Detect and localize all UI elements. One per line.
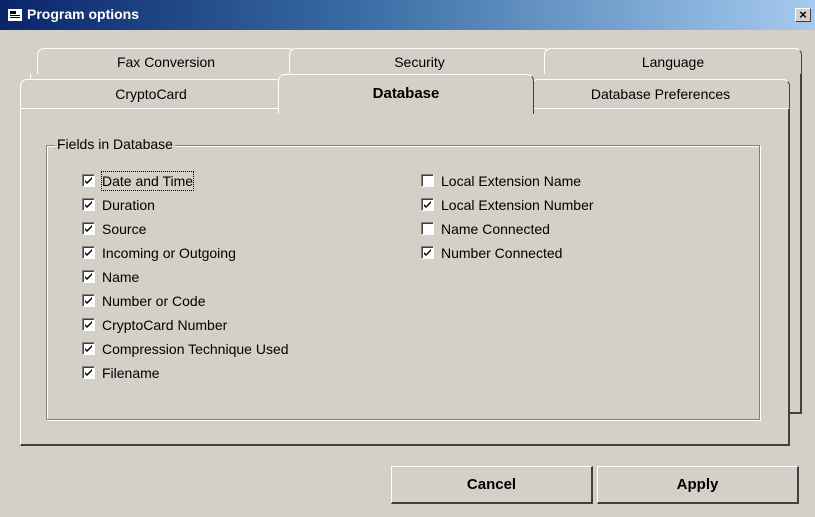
checkbox-label: Local Extension Name <box>441 173 582 189</box>
checkbox-label: Date and Time <box>100 171 195 191</box>
checkbox-label: Incoming or Outgoing <box>102 245 236 261</box>
apply-button[interactable]: Apply <box>597 466 799 504</box>
checkbox-checked[interactable] <box>82 174 95 187</box>
tab-security[interactable]: Security <box>289 48 550 76</box>
checkbox-label: Duration <box>102 197 155 213</box>
close-button[interactable]: × <box>795 8 811 22</box>
checkbox-checked[interactable] <box>421 198 434 211</box>
tab-label: Security <box>394 54 445 70</box>
tab-label: Fax Conversion <box>116 54 216 70</box>
checkbox-label: Filename <box>102 365 160 381</box>
checkmark-icon <box>85 249 92 256</box>
checkbox-unchecked[interactable] <box>421 222 434 235</box>
checkmark-icon <box>85 273 92 280</box>
checkbox-label: Source <box>102 221 147 237</box>
tab-fax-conversion[interactable]: Fax Conversion <box>37 48 295 76</box>
tab-cryptocard[interactable]: CryptoCard <box>20 79 282 109</box>
tab-database-preferences[interactable]: Database Preferences <box>531 79 790 109</box>
tab-database[interactable]: Database <box>278 74 534 114</box>
window-title: Program options <box>27 6 140 22</box>
cancel-label: Cancel <box>466 476 517 493</box>
checkbox-label: Local Extension Number <box>441 197 594 213</box>
checkmark-icon <box>85 225 92 232</box>
checkmark-icon <box>85 369 92 376</box>
checkbox-checked[interactable] <box>82 222 95 235</box>
checkmark-icon <box>85 297 92 304</box>
title-bar: Program options × <box>0 0 815 30</box>
apply-label: Apply <box>676 476 719 493</box>
checkbox-checked[interactable] <box>82 342 95 355</box>
tab-label: CryptoCard <box>115 86 187 102</box>
checkbox-checked[interactable] <box>82 366 95 379</box>
cancel-button[interactable]: Cancel <box>391 466 593 504</box>
checkmark-icon <box>85 321 92 328</box>
tab-language[interactable]: Language <box>544 48 802 76</box>
checkbox-checked[interactable] <box>82 198 95 211</box>
checkbox-label: Name <box>102 269 140 285</box>
checkbox-unchecked[interactable] <box>421 174 434 187</box>
tab-label: Database <box>372 85 440 102</box>
checkmark-icon <box>424 249 431 256</box>
checkmark-icon <box>85 345 92 352</box>
checkmark-icon <box>85 177 92 184</box>
checkbox-label: Number Connected <box>441 245 563 261</box>
app-icon <box>8 9 22 21</box>
tab-label: Database Preferences <box>590 86 731 102</box>
checkbox-checked[interactable] <box>82 246 95 259</box>
groupbox-legend: Fields in Database <box>55 136 175 152</box>
tab-label: Language <box>641 54 705 70</box>
checkbox-label: Number or Code <box>102 293 206 309</box>
checkbox-checked[interactable] <box>421 246 434 259</box>
tab-panel-database: Fields in Database Date and Time Duration… <box>20 108 790 446</box>
fields-groupbox: Fields in Database Date and Time Duration… <box>46 136 760 420</box>
checkbox-checked[interactable] <box>82 294 95 307</box>
close-icon: × <box>799 7 807 22</box>
checkbox-label: Compression Technique Used <box>102 341 289 357</box>
checkmark-icon <box>424 201 431 208</box>
checkbox-label: CryptoCard Number <box>102 317 228 333</box>
checkbox-label: Name Connected <box>441 221 550 237</box>
checkbox-checked[interactable] <box>82 318 95 331</box>
checkmark-icon <box>85 201 92 208</box>
checkbox-checked[interactable] <box>82 270 95 283</box>
